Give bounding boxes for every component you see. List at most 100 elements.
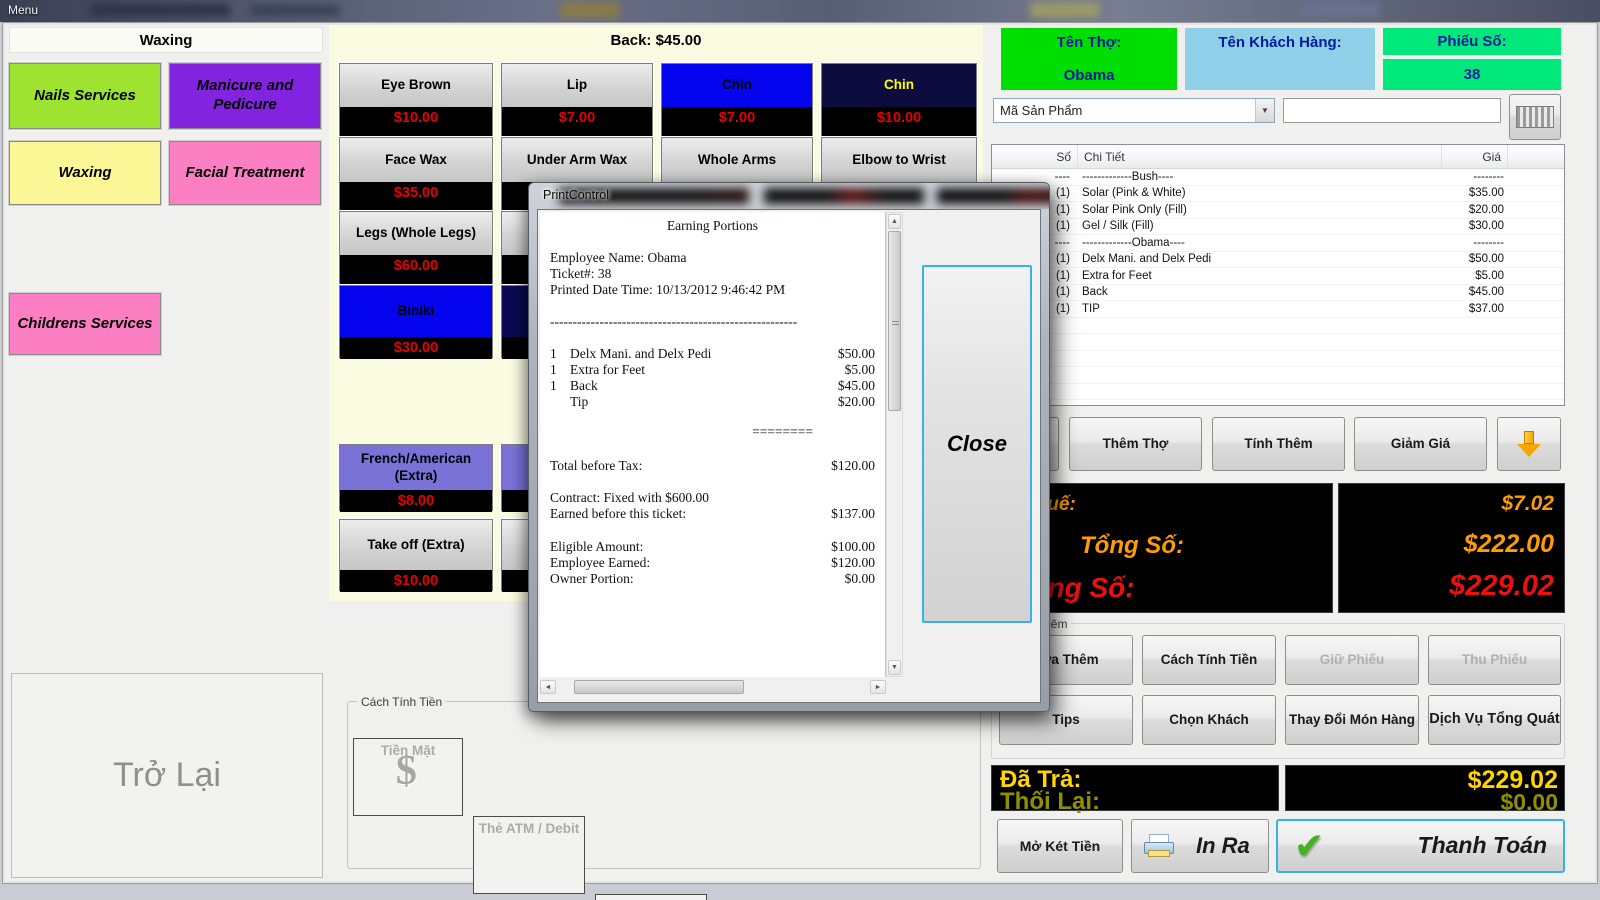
print-control-dialog: PrintControl Earning Portions Employee N… xyxy=(528,182,1050,712)
giu-phieu-button[interactable]: Giữ Phiếu xyxy=(1285,635,1419,685)
category-facial-treatment[interactable]: Facial Treatment xyxy=(169,141,321,205)
category-header-text: Waxing xyxy=(140,32,193,49)
totals-values-panel: $7.02 $222.00 $229.02 xyxy=(1338,483,1565,613)
table-empty-row xyxy=(992,367,1564,384)
table-row[interactable]: (1)Extra for Feet$5.00 xyxy=(992,268,1564,285)
service-button-take-off-extra[interactable]: Take off (Extra) $10.00 xyxy=(339,519,493,591)
table-row[interactable]: (1)Gel / Silk (Fill)$30.00 xyxy=(992,219,1564,236)
grand-total-value: $229.02 xyxy=(1449,570,1554,603)
scroll-up-icon[interactable]: ▲ xyxy=(888,214,901,229)
category-manicure-pedicure[interactable]: Manicure and Pedicure xyxy=(169,63,321,129)
thu-phieu-button[interactable]: Thu Phiếu xyxy=(1428,635,1561,685)
category-childrens-services[interactable]: Childrens Services xyxy=(9,293,161,355)
ticket-number-label-box: Phiếu Số: xyxy=(1383,28,1561,55)
service-price: $10.00 xyxy=(340,570,492,592)
table-row[interactable]: (1)TIP$37.00 xyxy=(992,301,1564,318)
service-button-biniki[interactable]: Biniki $30.00 xyxy=(339,285,493,358)
receipt-printed-line: Printed Date Time: 10/13/2012 9:46:42 PM xyxy=(550,282,875,298)
receipt-contract-line: Contract: Fixed with $600.00 xyxy=(550,490,875,506)
receipt-employee-line: Employee Name: Obama xyxy=(550,250,875,266)
down-arrow-icon xyxy=(1517,429,1541,459)
button-label: Cách Tính Tiền xyxy=(1161,652,1258,668)
service-button-french-american-extra[interactable]: French/American (Extra) $8.00 xyxy=(339,444,493,511)
chon-khach-button[interactable]: Chọn Khách xyxy=(1142,695,1276,745)
product-code-dropdown[interactable]: Mã Sản Phẩm ▼ xyxy=(993,98,1275,123)
vertical-scrollbar[interactable]: ▲ ▼ xyxy=(886,212,903,677)
discount-button[interactable]: Giảm Giá xyxy=(1354,417,1487,471)
service-price: $10.00 xyxy=(340,107,492,129)
back-button[interactable]: Trở Lại xyxy=(11,673,323,878)
calc-extra-button[interactable]: Tính Thêm xyxy=(1212,417,1345,471)
payment-atm-debit-button[interactable]: Thẻ ATM / Debit xyxy=(473,816,585,894)
category-label: Childrens Services xyxy=(17,315,152,334)
dich-vu-tong-quat-button[interactable]: Dịch Vụ Tổng Quát xyxy=(1428,695,1561,745)
category-nails-services[interactable]: Nails Services xyxy=(9,63,161,129)
menu-item[interactable]: Menu xyxy=(8,3,38,17)
scroll-right-icon[interactable]: ► xyxy=(870,680,886,694)
dialog-client-area: Earning Portions Employee Name: Obama Ti… xyxy=(537,209,1041,703)
service-price: $10.00 xyxy=(822,107,976,129)
pay-button[interactable]: ✔ Thanh Toán xyxy=(1276,819,1565,873)
green-check-icon: ✔ xyxy=(1294,828,1324,864)
ticket-items-table: Số Chi Tiết Giá -----------------Bush---… xyxy=(991,144,1565,406)
tax-value: $7.02 xyxy=(1501,492,1554,516)
cach-tinh-tien-button[interactable]: Cách Tính Tiền xyxy=(1142,635,1276,685)
scrollbar-thumb[interactable] xyxy=(888,231,901,411)
keyboard-button[interactable] xyxy=(1509,94,1561,140)
scroll-down-button[interactable] xyxy=(1497,417,1561,471)
table-row[interactable]: (1)Delx Mani. and Delx Pedi$50.00 xyxy=(992,252,1564,269)
paid-values-panel: $229.02 $0.00 xyxy=(1285,765,1565,811)
table-row[interactable]: (1)Solar (Pink & White)$35.00 xyxy=(992,186,1564,203)
printer-icon xyxy=(1144,834,1174,858)
payment-gift-card-button[interactable]: Thẻ Quà Tặng xyxy=(595,894,707,900)
dialog-titlebar[interactable]: PrintControl xyxy=(529,183,1049,209)
table-row[interactable]: -----------------Bush------------ xyxy=(992,169,1564,186)
col-header-gia[interactable]: Giá xyxy=(1442,145,1508,168)
button-label: Thay Đổi Món Hàng xyxy=(1289,712,1415,728)
col-header-chi-tiet[interactable]: Chi Tiết xyxy=(1078,145,1442,168)
close-button[interactable]: Close xyxy=(922,265,1032,623)
button-label: Thanh Toán xyxy=(1418,832,1547,860)
change-value: $0.00 xyxy=(1500,789,1558,816)
table-row[interactable]: (1)Solar Pink Only (Fill)$20.00 xyxy=(992,202,1564,219)
customer-label: Tên Khách Hàng: xyxy=(1218,34,1341,51)
technician-label: Tên Thợ: xyxy=(1057,34,1122,51)
service-price: $35.00 xyxy=(340,182,492,204)
add-technician-button[interactable]: Thêm Thợ xyxy=(1069,417,1202,471)
table-row[interactable]: -----------------Obama------------ xyxy=(992,235,1564,252)
receipt-ticket-line: Ticket#: 38 xyxy=(550,266,875,282)
button-label: Trở Lại xyxy=(113,756,221,795)
chevron-down-icon[interactable]: ▼ xyxy=(1255,99,1274,122)
button-label: In Ra xyxy=(1196,833,1250,859)
col-header-so[interactable]: Số xyxy=(992,145,1078,168)
receipt-divider: ----------------------------------------… xyxy=(550,314,875,330)
horizontal-scrollbar[interactable]: ◄ ► xyxy=(540,679,886,695)
ticket-number-value-box: 38 xyxy=(1383,59,1561,90)
product-code-input[interactable] xyxy=(1283,98,1501,123)
service-label: Eye Brown xyxy=(340,64,492,107)
payment-cash-button[interactable]: Tiền Mặt $ xyxy=(353,738,463,816)
print-button[interactable]: In Ra xyxy=(1131,819,1269,873)
scrollbar-thumb[interactable] xyxy=(574,680,744,694)
thay-doi-mon-hang-button[interactable]: Thay Đổi Món Hàng xyxy=(1285,695,1419,745)
blurred-taskbar-item xyxy=(1300,2,1380,18)
category-waxing[interactable]: Waxing xyxy=(9,141,161,205)
table-empty-row xyxy=(992,318,1564,335)
service-label: French/American (Extra) xyxy=(340,445,492,490)
category-label: Facial Treatment xyxy=(186,164,305,183)
category-label: Manicure and Pedicure xyxy=(185,77,305,115)
paid-labels-panel: Đã Trả: Thối Lại: xyxy=(991,765,1279,811)
col-header-blank xyxy=(1508,145,1564,168)
scroll-left-icon[interactable]: ◄ xyxy=(540,680,556,694)
service-price: $8.00 xyxy=(340,490,492,512)
button-label: Close xyxy=(947,431,1007,457)
open-drawer-button[interactable]: Mở Két Tiền xyxy=(997,819,1123,873)
button-label: Thu Phiếu xyxy=(1462,652,1527,668)
button-label: Thẻ ATM / Debit xyxy=(474,821,584,836)
table-row[interactable]: (1)Back$45.00 xyxy=(992,285,1564,302)
keyboard-icon xyxy=(1516,106,1554,128)
service-price: $60.00 xyxy=(340,255,492,277)
scroll-down-icon[interactable]: ▼ xyxy=(888,660,901,675)
category-label: Waxing xyxy=(58,164,111,183)
service-price: $7.00 xyxy=(502,107,652,129)
